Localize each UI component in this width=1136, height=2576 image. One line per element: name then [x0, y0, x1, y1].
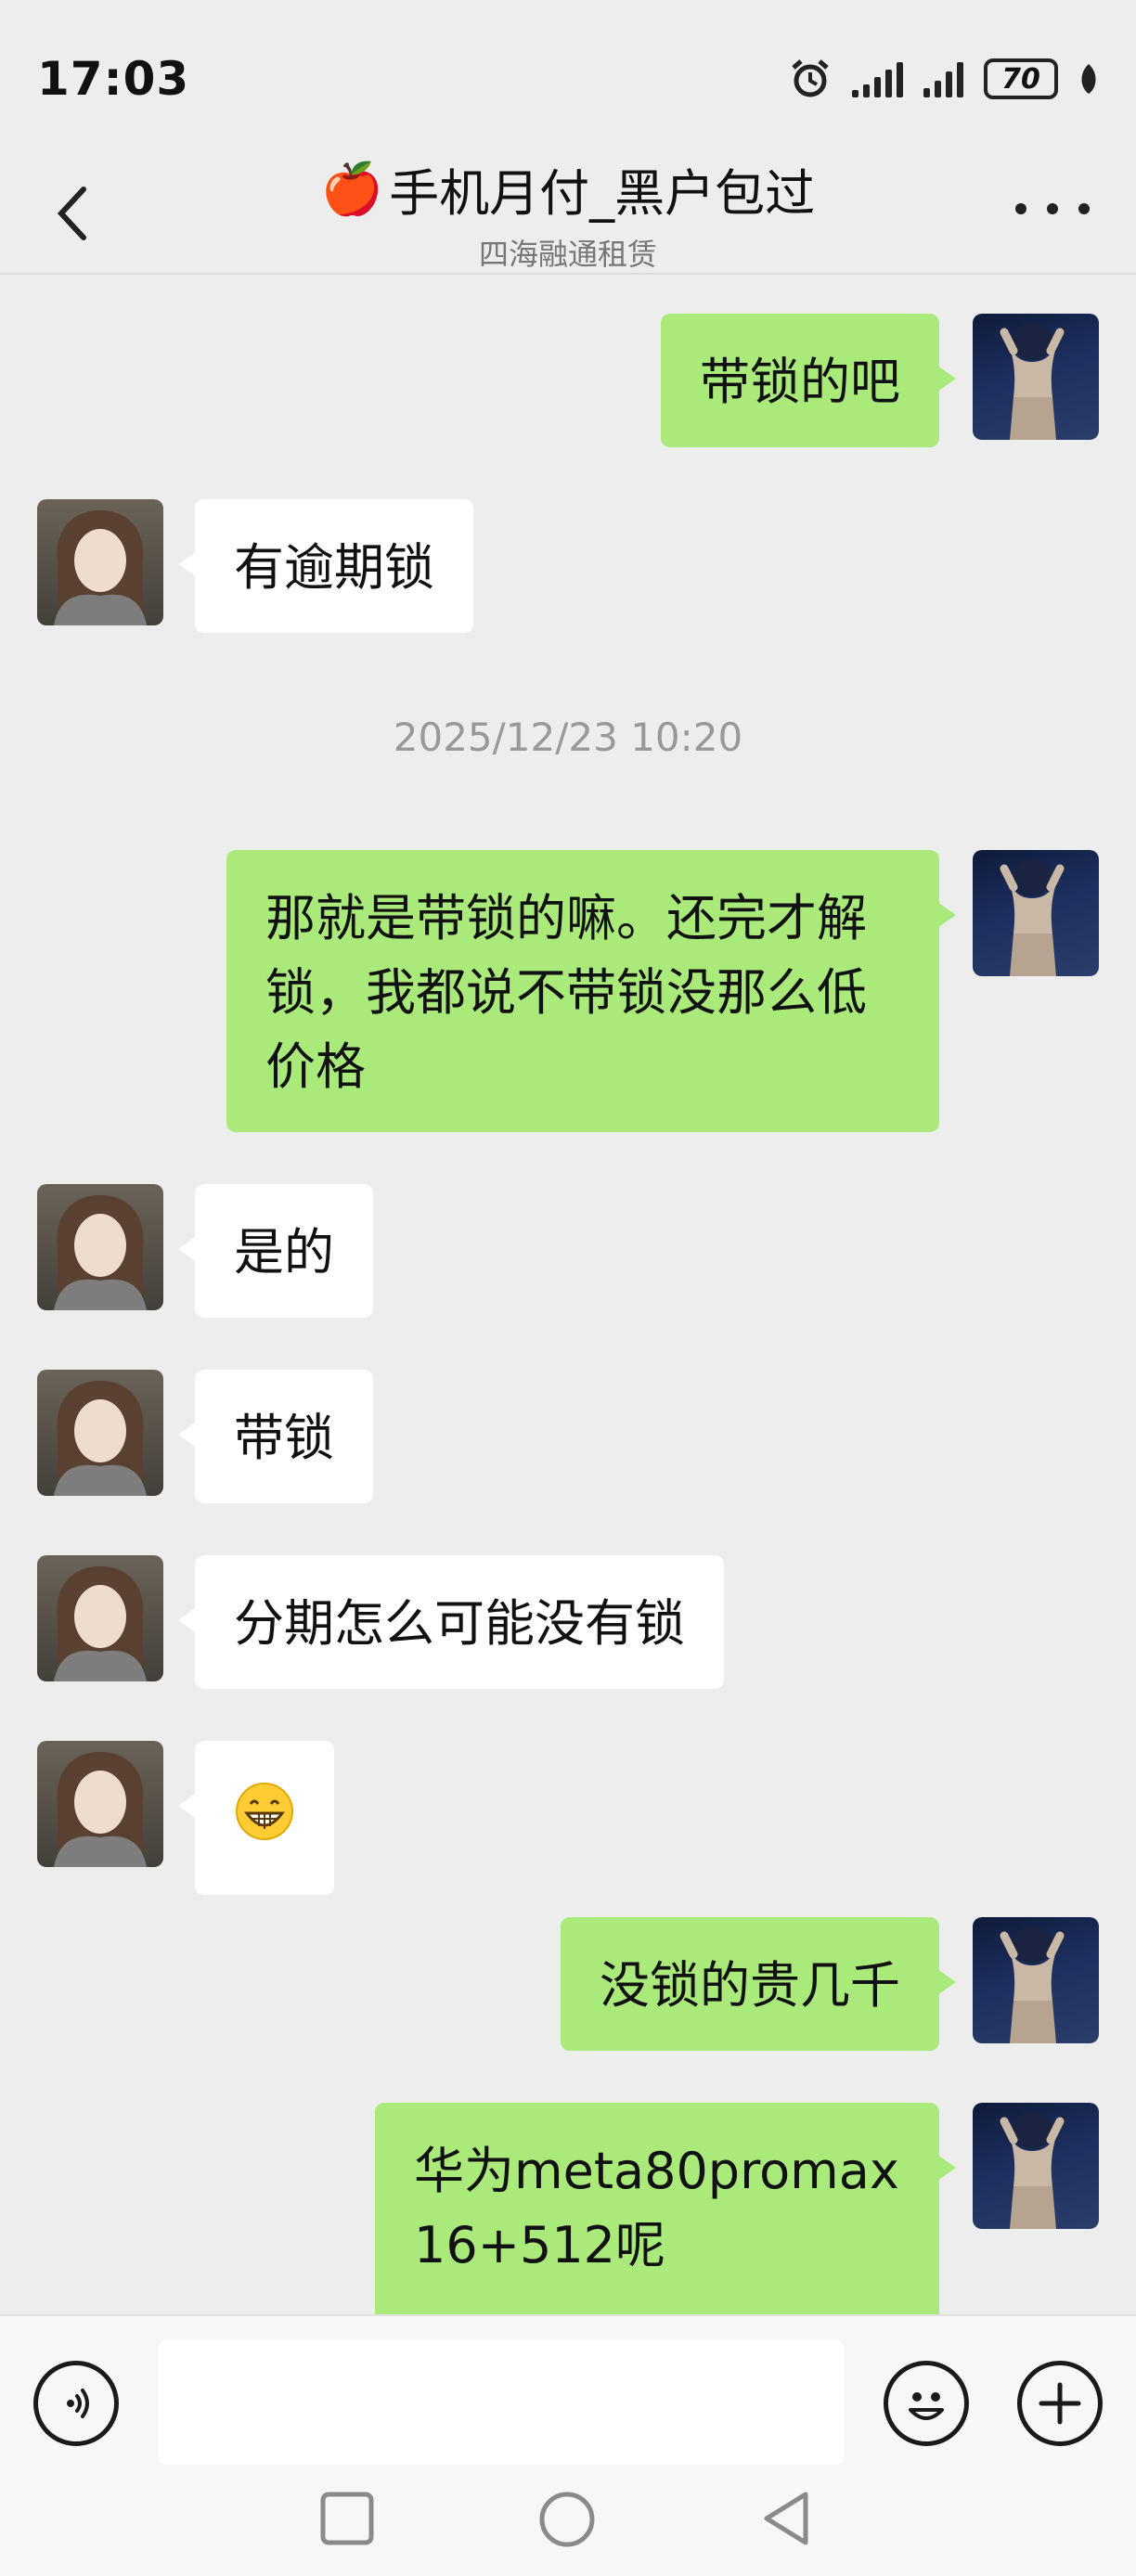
- contact-avatar[interactable]: [37, 1184, 163, 1310]
- title-wrap: 🍎 手机月付_黑户包过 四海融通租赁: [0, 152, 1136, 274]
- message-text-line: 华为meta80promax: [414, 2142, 899, 2200]
- my-avatar[interactable]: [973, 314, 1099, 440]
- signal-1-icon: [852, 60, 903, 97]
- contact-avatar[interactable]: [37, 1370, 163, 1496]
- emoji-icon: [909, 2392, 944, 2420]
- contact-avatar[interactable]: [37, 499, 163, 625]
- alarm-icon: [792, 59, 829, 97]
- message-input[interactable]: [158, 2340, 845, 2465]
- voice-icon: [67, 2389, 89, 2418]
- message-bubble-mine[interactable]: 那就是带锁的嘛。还完才解 锁，我都说不带锁没那么低 价格: [226, 850, 956, 1132]
- grinning-face-icon: [236, 1783, 293, 1840]
- my-avatar[interactable]: [973, 2103, 1099, 2229]
- message-text-line: 16+512呢: [414, 2216, 666, 2274]
- message-text: 有逾期锁: [234, 538, 434, 597]
- status-bar: 17:03 70: [0, 0, 1136, 158]
- plus-button[interactable]: [1017, 2361, 1103, 2446]
- more-dots-icon: [1015, 203, 1026, 214]
- chat-title[interactable]: 🍎 手机月付_黑户包过: [321, 152, 815, 225]
- message-bubble-mine[interactable]: 没锁的贵几千: [561, 1917, 956, 2051]
- signal-2-icon: [923, 60, 963, 97]
- message-text-line: 价格: [265, 1037, 366, 1096]
- chat-subtitle: 四海融通租赁: [478, 237, 657, 272]
- message-bubble-theirs[interactable]: 是的: [178, 1184, 373, 1318]
- system-nav-bar: [0, 2472, 1136, 2576]
- input-bar: [0, 2314, 1136, 2472]
- status-icons: 70: [789, 58, 1099, 100]
- more-button[interactable]: [1015, 195, 1090, 223]
- message-text: 带锁的吧: [700, 353, 900, 411]
- chat-title-text: 手机月付_黑户包过: [389, 164, 816, 223]
- message-text: 分期怎么可能没有锁: [234, 1594, 685, 1653]
- message-bubble-theirs[interactable]: 分期怎么可能没有锁: [178, 1555, 724, 1689]
- battery-level: 70: [1001, 62, 1040, 96]
- message-bubble-mine[interactable]: 华为meta80promax 16+512呢: [375, 2103, 956, 2314]
- battery-icon: 70: [984, 58, 1058, 99]
- chat-header: 🍎 手机月付_黑户包过 四海融通租赁: [0, 139, 1136, 275]
- apple-icon: 🍎: [320, 159, 384, 218]
- message-text-line: 锁，我都说不带锁没那么低: [265, 963, 867, 1022]
- contact-avatar[interactable]: [37, 1741, 163, 1867]
- message-timestamp: 2025/12/23 10:20: [393, 715, 743, 760]
- emoji-button[interactable]: [884, 2361, 969, 2446]
- message-bubble-theirs[interactable]: 带锁: [178, 1370, 373, 1503]
- message-bubble-mine[interactable]: 带锁的吧: [661, 314, 956, 447]
- square-icon[interactable]: [317, 2489, 377, 2548]
- message-text: 没锁的贵几千: [600, 1956, 900, 2015]
- plus-icon: [1039, 2382, 1081, 2425]
- message-bubble-theirs[interactable]: 有逾期锁: [178, 499, 473, 633]
- contact-avatar[interactable]: [37, 1555, 163, 1681]
- message-text: 是的: [234, 1223, 334, 1282]
- message-bubble-theirs[interactable]: [178, 1741, 334, 1895]
- voice-button[interactable]: [33, 2361, 119, 2446]
- circle-icon[interactable]: [536, 2489, 598, 2550]
- my-avatar[interactable]: [973, 850, 1099, 976]
- message-text: 带锁: [234, 1409, 334, 1467]
- message-text-line: 那就是带锁的嘛。还完才解: [265, 889, 867, 947]
- triangle-back-icon[interactable]: [757, 2489, 817, 2548]
- my-avatar[interactable]: [973, 1917, 1099, 2043]
- leaf-icon: [1081, 64, 1096, 94]
- status-time: 17:03: [37, 52, 190, 106]
